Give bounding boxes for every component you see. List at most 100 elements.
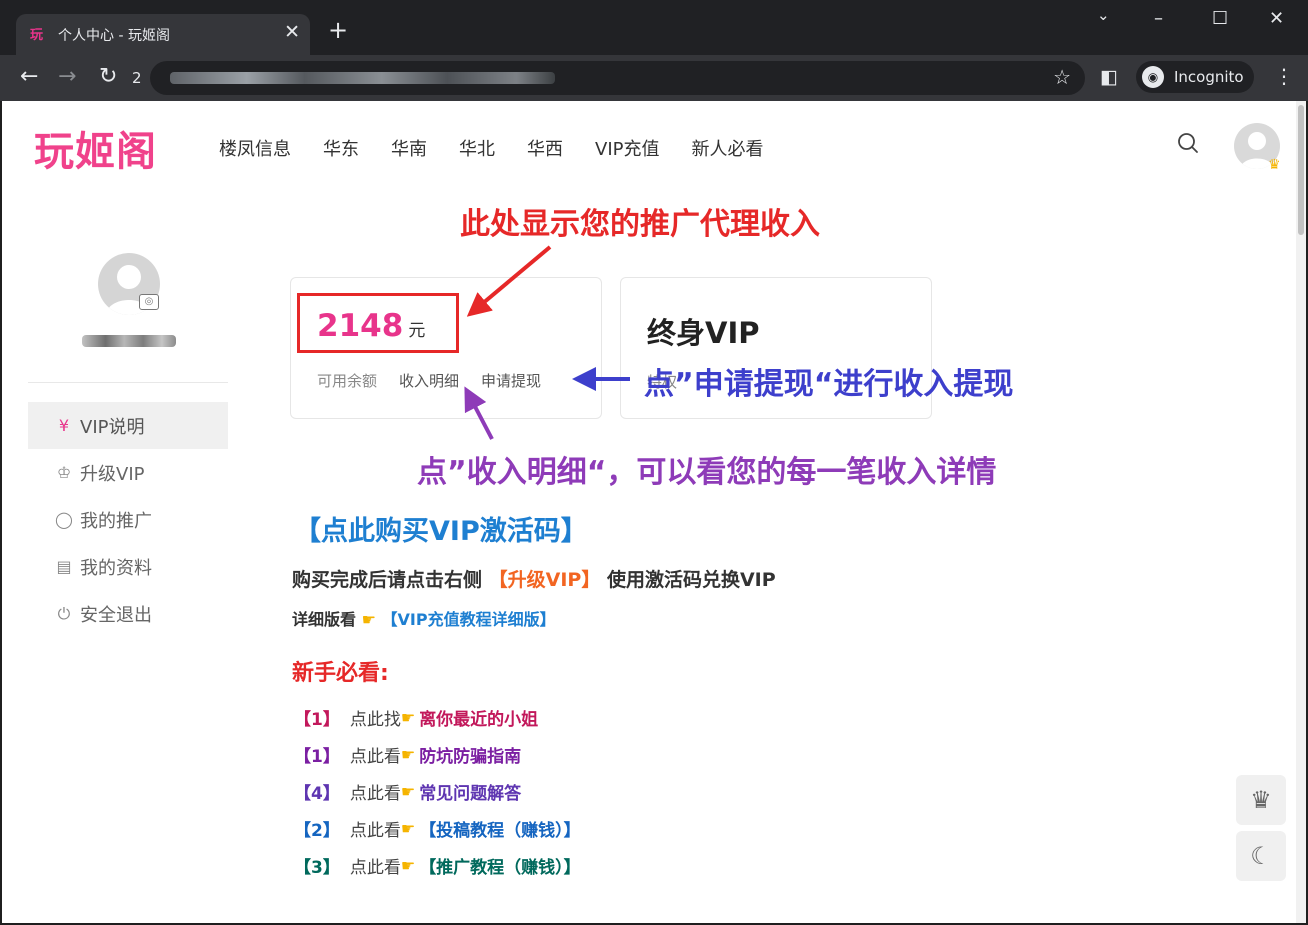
sidebar-item-my-profile[interactable]: ▤ 我的资料 <box>28 543 228 590</box>
guide-prefix: 点此看 <box>349 821 401 841</box>
browser-tab[interactable]: 玩 个人中心 - 玩姬阁 ✕ <box>16 14 310 55</box>
sidebar-item-label: 安全退出 <box>80 604 152 626</box>
newbie-title: 新手必看: <box>292 661 389 686</box>
guide-number: 【1】 <box>294 747 340 767</box>
tab-search-chevron-icon[interactable]: ⌄ <box>1097 6 1110 24</box>
user-center-content: ◎ ¥ VIP说明 ♔ 升级VIP ◯ 我的推广 ▤ 我的资料 ⏻ 安全退出 2… <box>2 189 1296 923</box>
url-text-blurred <box>170 72 555 84</box>
divider <box>28 382 228 383</box>
sidebar-item-label: 我的资料 <box>80 557 152 579</box>
crown-icon: ♔ <box>56 463 72 482</box>
pointing-hand-icon: ☛ <box>400 856 416 875</box>
tab-close-icon[interactable]: ✕ <box>284 21 300 43</box>
highlight-box <box>297 293 459 353</box>
url-prefix: 2 <box>132 69 142 87</box>
browser-chrome: 玩 个人中心 - 玩姬阁 ✕ + ⌄ – ☐ ✕ ← → ↻ 2 ☆ ◧ ◉ I… <box>0 0 1308 101</box>
power-icon: ⏻ <box>57 603 71 623</box>
guide-number: 【1】 <box>294 710 340 730</box>
withdraw-link[interactable]: 申请提现 <box>481 370 541 391</box>
guide-link[interactable]: 【推广教程（赚钱）】 <box>419 853 581 878</box>
reload-icon[interactable]: ↻ <box>99 64 117 89</box>
page-scrollbar[interactable] <box>1296 101 1306 923</box>
guide-link[interactable]: 离你最近的小姐 <box>419 705 538 730</box>
vip-crown-icon: ♛ <box>1268 157 1281 173</box>
vip-status: 终身VIP <box>647 316 760 350</box>
incognito-icon: ◉ <box>1142 66 1164 88</box>
camera-icon[interactable]: ◎ <box>139 294 159 310</box>
instruction-text: 使用激活码兑换VIP <box>606 569 776 591</box>
tutorial-line: 详细版看 ☛ 【VIP充值教程详细版】 <box>292 606 556 630</box>
browser-menu-icon[interactable]: ⋮ <box>1274 64 1294 88</box>
sidebar-item-my-promotion[interactable]: ◯ 我的推广 <box>28 496 228 543</box>
sidebar-menu: ¥ VIP说明 ♔ 升级VIP ◯ 我的推广 ▤ 我的资料 ⏻ 安全退出 <box>28 402 228 637</box>
sidebar-item-vip-info[interactable]: ¥ VIP说明 <box>28 402 228 449</box>
nav-item[interactable]: 华西 <box>527 135 563 161</box>
browser-toolbar: ← → ↻ 2 ☆ ◧ ◉ Incognito ⋮ <box>0 55 1308 101</box>
vip-tutorial-link[interactable]: 【VIP充值教程详细版】 <box>382 610 556 629</box>
new-tab-button[interactable]: + <box>328 16 348 44</box>
sidebar-item-label: 我的推广 <box>80 510 152 532</box>
nav-item[interactable]: 华东 <box>323 135 359 161</box>
nav-item[interactable]: 华南 <box>391 135 427 161</box>
annotation-withdraw: 点”申请提现“进行收入提现 <box>644 367 1014 402</box>
nav-item[interactable]: 新人必看 <box>691 135 763 161</box>
id-card-icon: ▤ <box>56 557 72 576</box>
pointing-hand-icon: ☛ <box>400 819 416 838</box>
pointing-hand-icon: ☛ <box>400 782 416 801</box>
page-viewport: 玩姬阁 楼凤信息 华东 华南 华北 华西 VIP充值 新人必看 ♛ ◎ ¥ VI… <box>2 101 1306 923</box>
buy-vip-code-link[interactable]: 【点此购买VIP激活码】 <box>294 509 588 548</box>
main-nav: 楼凤信息 华东 华南 华北 华西 VIP充值 新人必看 <box>219 135 795 161</box>
guide-number: 【4】 <box>294 784 340 804</box>
moon-icon: ☾ <box>1250 842 1272 870</box>
bookmark-star-icon[interactable]: ☆ <box>1053 65 1071 89</box>
pointing-hand-icon: ☛ <box>361 610 376 629</box>
upgrade-instruction: 购买完成后请点击右侧 【升级VIP】 使用激活码兑换VIP <box>292 565 776 592</box>
minimize-button[interactable]: – <box>1154 8 1163 29</box>
incognito-label: Incognito <box>1174 68 1244 86</box>
side-panel-icon[interactable]: ◧ <box>1100 66 1118 88</box>
circle-icon: ◯ <box>55 510 73 529</box>
site-header: 玩姬阁 楼凤信息 华东 华南 华北 华西 VIP充值 新人必看 ♛ <box>2 101 1296 189</box>
vip-float-button[interactable]: ♛ <box>1236 775 1286 825</box>
guide-link[interactable]: 常见问题解答 <box>419 779 521 804</box>
instruction-text: 购买完成后请点击右侧 <box>292 569 483 591</box>
guide-prefix: 点此看 <box>349 747 401 767</box>
tab-title: 个人中心 - 玩姬阁 <box>58 28 170 44</box>
sidebar-item-logout[interactable]: ⏻ 安全退出 <box>28 590 228 637</box>
search-icon[interactable] <box>1176 131 1200 155</box>
guide-link[interactable]: 【投稿教程（赚钱）】 <box>419 816 581 841</box>
guide-number: 【2】 <box>294 821 340 841</box>
nav-item[interactable]: VIP充值 <box>595 135 659 161</box>
nav-item[interactable]: 华北 <box>459 135 495 161</box>
close-window-button[interactable]: ✕ <box>1269 8 1284 29</box>
maximize-button[interactable]: ☐ <box>1212 8 1228 29</box>
dark-mode-button[interactable]: ☾ <box>1236 831 1286 881</box>
guide-row: 【4】 点此看 ☛ 常见问题解答 <box>294 773 581 810</box>
nav-item[interactable]: 楼凤信息 <box>219 135 291 161</box>
pointing-hand-icon: ☛ <box>400 708 416 727</box>
scroll-thumb[interactable] <box>1298 105 1304 235</box>
site-logo[interactable]: 玩姬阁 <box>34 119 157 177</box>
address-bar[interactable]: ☆ <box>150 61 1085 95</box>
sidebar-item-upgrade-vip[interactable]: ♔ 升级VIP <box>28 449 228 496</box>
pointing-hand-icon: ☛ <box>400 745 416 764</box>
available-balance-label: 可用余额 <box>317 372 378 390</box>
guide-link[interactable]: 防坑防骗指南 <box>419 742 521 767</box>
forward-arrow-icon[interactable]: → <box>58 64 76 89</box>
guide-number: 【3】 <box>294 858 340 878</box>
balance-actions: 可用余额 收入明细 申请提现 <box>317 370 563 391</box>
incognito-badge[interactable]: ◉ Incognito <box>1136 61 1254 93</box>
guide-prefix: 点此找 <box>349 710 401 730</box>
upgrade-vip-link[interactable]: 【升级VIP】 <box>489 569 601 591</box>
crown-icon: ♛ <box>1250 786 1272 814</box>
guide-row: 【1】 点此找 ☛ 离你最近的小姐 <box>294 699 581 736</box>
username-blurred <box>82 335 176 347</box>
tab-strip: 玩 个人中心 - 玩姬阁 ✕ + ⌄ – ☐ ✕ <box>0 0 1308 55</box>
annotation-income-detail: 点”收入明细“，可以看您的每一笔收入详情 <box>417 455 997 490</box>
yen-circle-icon: ¥ <box>58 416 70 435</box>
income-detail-link[interactable]: 收入明细 <box>399 370 459 391</box>
guide-row: 【1】 点此看 ☛ 防坑防骗指南 <box>294 736 581 773</box>
back-arrow-icon[interactable]: ← <box>20 64 38 89</box>
site-favicon-icon: 玩 <box>30 28 44 43</box>
newbie-guide-list: 【1】 点此找 ☛ 离你最近的小姐 【1】 点此看 ☛ 防坑防骗指南 【4】 点此看 ☛ 常见问题解答… <box>294 699 581 884</box>
